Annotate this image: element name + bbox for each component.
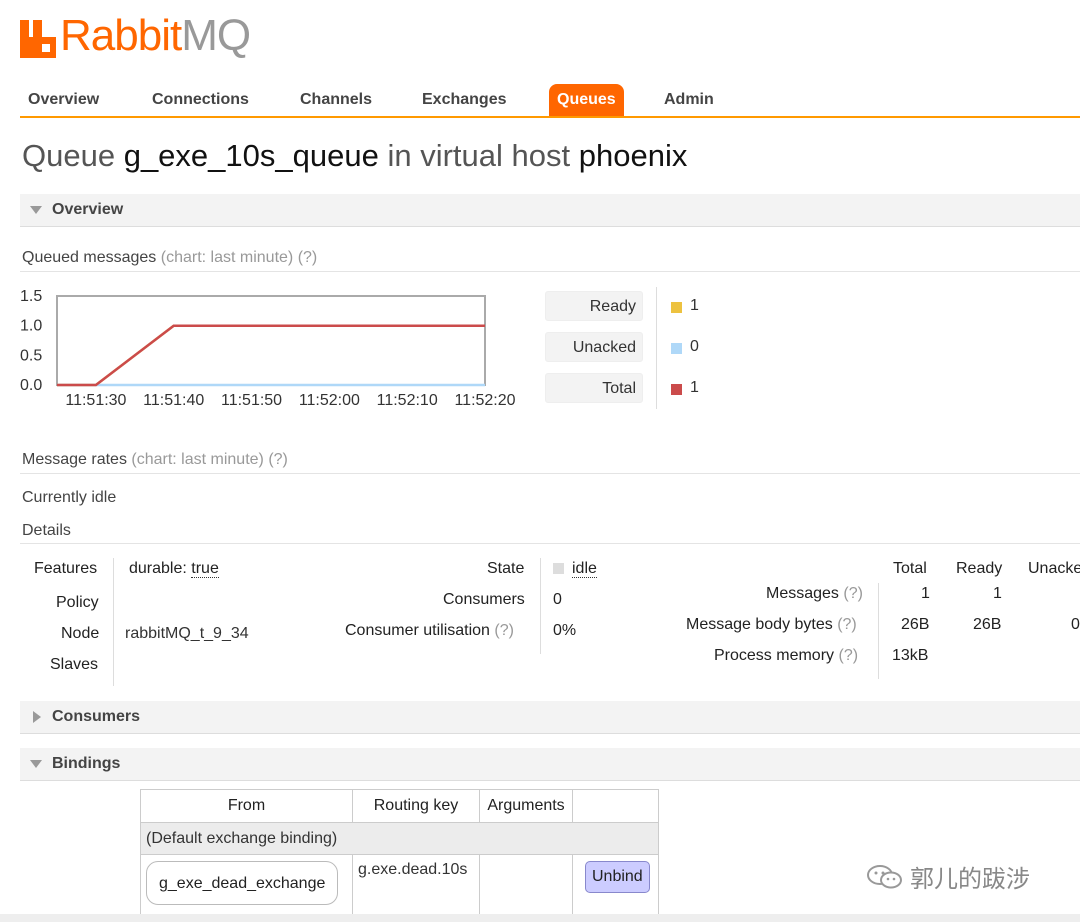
process-memory-label: Process memory (?): [714, 647, 859, 664]
consumer-utilisation-value: 0%: [553, 622, 577, 639]
legend-row-unacked: Unacked 0: [545, 332, 705, 364]
body-bytes-label: Message body bytes (?): [686, 616, 857, 633]
legend-row-total: Total 1: [545, 373, 705, 405]
col-from: From: [140, 789, 353, 823]
help-link[interactable]: (?): [298, 249, 318, 266]
consumers-value: 0: [553, 591, 562, 608]
x-tick-label: 11:51:50: [221, 392, 282, 409]
node-value: rabbitMQ_t_9_34: [125, 625, 249, 642]
vhost-name: phoenix: [578, 138, 688, 173]
table-row: g_exe_dead_exchange g.exe.dead.10s Unbin…: [140, 854, 659, 915]
messages-total: 1: [921, 585, 930, 602]
legend-swatch: [671, 302, 682, 313]
body-bytes-ready: 26B: [973, 616, 1002, 633]
consumers-label: Consumers: [443, 591, 525, 608]
y-tick-label: 0.5: [20, 347, 42, 364]
legend-swatch: [671, 384, 682, 395]
bindings-table: From Routing key Arguments (Default exch…: [140, 789, 659, 915]
y-tick-label: 1.5: [20, 288, 42, 305]
stats-header-unacked: Unacke: [1028, 560, 1080, 577]
col-actions: [572, 789, 659, 823]
features-label: Features: [34, 560, 98, 577]
tab-connections[interactable]: Connections: [144, 84, 257, 116]
tab-channels[interactable]: Channels: [292, 84, 380, 116]
features-value: durable: true: [129, 560, 219, 578]
queued-messages-chart: 1.5 1.0 0.5 0.0 11:51:30 11:51:40 11:51:50 11:5…: [20, 285, 530, 413]
y-tick-label: 1.0: [20, 318, 42, 335]
currently-idle-text: Currently idle: [22, 489, 117, 506]
x-tick-label: 11:51:40: [143, 392, 204, 409]
state-label: State: [487, 560, 525, 577]
legend-swatch: [671, 343, 682, 354]
page-title: Queue g_exe_10s_queue in virtual host ph…: [22, 138, 688, 173]
x-tick-label: 11:52:00: [299, 392, 360, 409]
default-binding-row: (Default exchange binding): [140, 822, 659, 855]
collapse-triangle-icon: [30, 760, 42, 768]
tab-exchanges[interactable]: Exchanges: [414, 84, 514, 116]
logo-text: RabbitMQ: [60, 11, 251, 60]
body-bytes-total: 26B: [901, 616, 930, 633]
details-heading: Details: [22, 522, 71, 539]
legend-row-ready: Ready 1: [545, 291, 705, 323]
section-consumers-header[interactable]: Consumers: [20, 701, 1080, 734]
slaves-label: Slaves: [50, 656, 99, 673]
stats-header-ready: Ready: [956, 560, 1003, 577]
help-link[interactable]: (?): [268, 451, 288, 468]
messages-label: Messages (?): [766, 585, 863, 602]
routing-key-cell: g.exe.dead.10s: [352, 854, 480, 915]
main-nav: Overview Connections Channels Exchanges …: [20, 84, 1080, 118]
queued-messages-heading: Queued messages (chart: last minute) (?): [22, 249, 318, 266]
queue-name: g_exe_10s_queue: [123, 138, 379, 173]
col-arguments: Arguments: [479, 789, 573, 823]
tab-overview[interactable]: Overview: [20, 84, 107, 116]
state-value: idle: [553, 560, 597, 578]
chart-range-link[interactable]: (chart: last minute): [161, 249, 293, 266]
tab-admin[interactable]: Admin: [656, 84, 722, 116]
wechat-watermark: 郭儿的跋涉: [866, 859, 1030, 894]
x-tick-label: 11:52:10: [377, 392, 438, 409]
y-tick-label: 0.0: [20, 377, 42, 394]
process-memory-total: 13kB: [892, 647, 929, 664]
wechat-icon: [867, 864, 902, 888]
table-header-row: From Routing key Arguments: [140, 789, 659, 823]
node-label: Node: [61, 625, 100, 642]
consumer-utilisation-label: Consumer utilisation (?): [345, 622, 514, 639]
stats-header-total: Total: [893, 560, 927, 577]
arguments-cell: [479, 854, 573, 915]
section-overview-header[interactable]: Overview: [20, 194, 1080, 227]
messages-ready: 1: [993, 585, 1002, 602]
collapse-triangle-icon: [30, 206, 42, 214]
message-rates-heading: Message rates (chart: last minute) (?): [22, 451, 288, 468]
rabbit-logo-icon: [20, 20, 56, 58]
x-tick-label: 11:52:20: [454, 392, 515, 409]
exchange-link[interactable]: g_exe_dead_exchange: [146, 861, 339, 905]
rabbitmq-logo: RabbitMQ: [20, 11, 251, 60]
expand-triangle-icon: [33, 711, 41, 723]
tab-queues[interactable]: Queues: [549, 84, 624, 116]
unbind-button[interactable]: Unbind: [585, 861, 650, 893]
policy-label: Policy: [56, 594, 99, 611]
col-routing-key: Routing key: [352, 789, 480, 823]
chart-range-link[interactable]: (chart: last minute): [131, 451, 263, 468]
chart-svg: 1.5 1.0 0.5 0.0 11:51:30 11:51:40 11:51:50 11:5…: [20, 288, 516, 409]
x-tick-label: 11:51:30: [65, 392, 126, 409]
body-bytes-unacked: 0: [1071, 616, 1080, 633]
section-bindings-header[interactable]: Bindings: [20, 748, 1080, 781]
state-indicator: [553, 563, 564, 574]
plot-area: [56, 295, 486, 386]
